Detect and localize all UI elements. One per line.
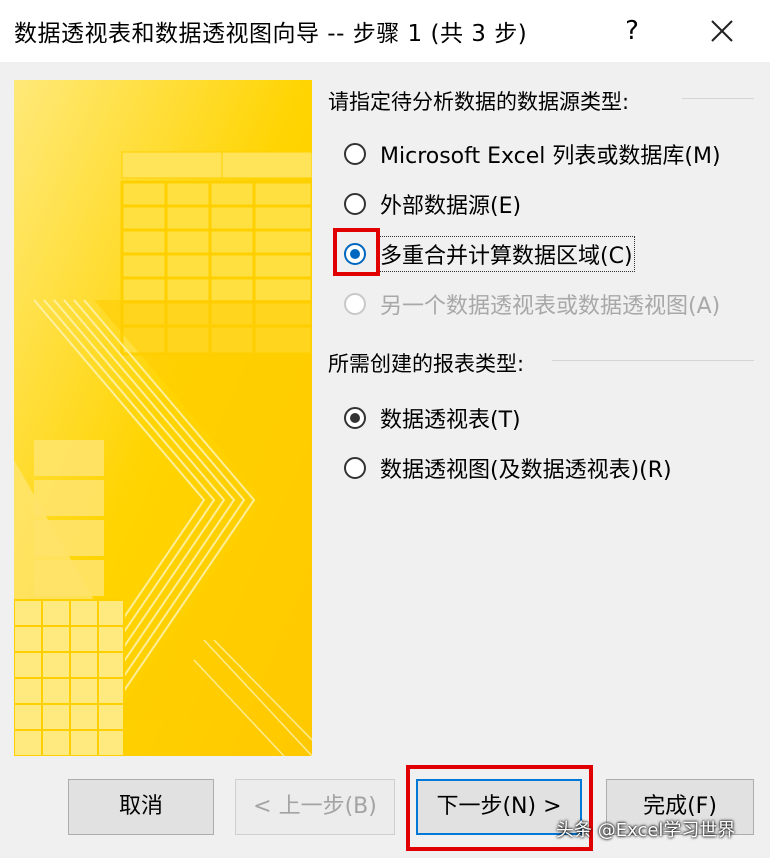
group-divider — [552, 360, 754, 361]
close-icon — [711, 20, 733, 42]
radio-button-selected[interactable] — [344, 407, 366, 429]
back-button[interactable]: < 上一步(B) — [235, 779, 395, 835]
watermark-text: 头条 @Excel学习世界 — [556, 820, 736, 841]
cancel-button[interactable]: 取消 — [68, 779, 214, 835]
red-highlight-box — [333, 228, 380, 276]
radio-button-disabled — [344, 293, 366, 315]
radio-button[interactable] — [344, 457, 366, 479]
wizard-banner-image — [14, 80, 312, 756]
window-title: 数据透视表和数据透视图向导 -- 步骤 1 (共 3 步) — [14, 21, 528, 47]
radio-label: Microsoft Excel 列表或数据库(M) — [380, 144, 721, 169]
radio-button[interactable] — [344, 193, 366, 215]
help-button[interactable]: ? — [604, 8, 660, 54]
report-type-group-label: 所需创建的报表类型: — [328, 352, 525, 376]
group-divider — [682, 98, 754, 99]
radio-label: 外部数据源(E) — [380, 194, 522, 219]
close-button[interactable] — [694, 8, 750, 54]
radio-button[interactable] — [344, 143, 366, 165]
radio-label: 多重合并计算数据区域(C) — [378, 236, 635, 272]
source-type-group-label: 请指定待分析数据的数据源类型: — [328, 90, 630, 114]
radio-label: 另一个数据透视表或数据透视图(A) — [380, 294, 721, 319]
title-bar: 数据透视表和数据透视图向导 -- 步骤 1 (共 3 步) ? — [0, 0, 770, 62]
radio-label: 数据透视图(及数据透视表)(R) — [380, 458, 672, 483]
radio-label: 数据透视表(T) — [380, 408, 521, 433]
